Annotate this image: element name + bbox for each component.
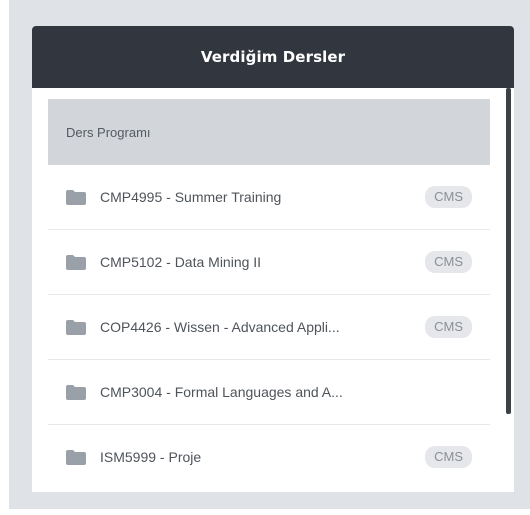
panel-header: Verdiğim Dersler — [32, 26, 514, 88]
section-label: Ders Programı — [66, 124, 151, 140]
folder-icon — [66, 254, 86, 270]
section-ders-programi[interactable]: Ders Programı — [48, 99, 490, 165]
cms-badge: CMS — [425, 251, 472, 273]
folder-icon — [66, 189, 86, 205]
course-label: CMP4995 - Summer Training — [100, 189, 282, 205]
courses-panel: Verdiğim Dersler Ders Programı CMP4995 -… — [32, 26, 514, 492]
course-item[interactable]: COP4426 - Wissen - Advanced Appli... CMS — [48, 295, 490, 360]
folder-icon — [66, 384, 86, 400]
cms-badge: CMS — [425, 316, 472, 338]
course-label: COP4426 - Wissen - Advanced Appli... — [100, 319, 340, 335]
course-item[interactable]: CMP4995 - Summer Training CMS — [48, 165, 490, 230]
course-label: CMP3004 - Formal Languages and A... — [100, 384, 343, 400]
course-item[interactable]: ISM5999 - Proje CMS — [48, 425, 490, 489]
cms-badge: CMS — [425, 446, 472, 468]
course-label: CMP5102 - Data Mining II — [100, 254, 262, 270]
course-label: ISM5999 - Proje — [100, 449, 202, 465]
folder-icon — [66, 449, 86, 465]
course-item[interactable]: CMP5102 - Data Mining II CMS — [48, 230, 490, 295]
course-item[interactable]: CMP3004 - Formal Languages and A... — [48, 360, 490, 425]
panel-title: Verdiğim Dersler — [200, 48, 346, 66]
folder-icon — [66, 319, 86, 335]
course-list: Ders Programı CMP4995 - Summer Training … — [32, 88, 514, 489]
cms-badge: CMS — [425, 186, 472, 208]
